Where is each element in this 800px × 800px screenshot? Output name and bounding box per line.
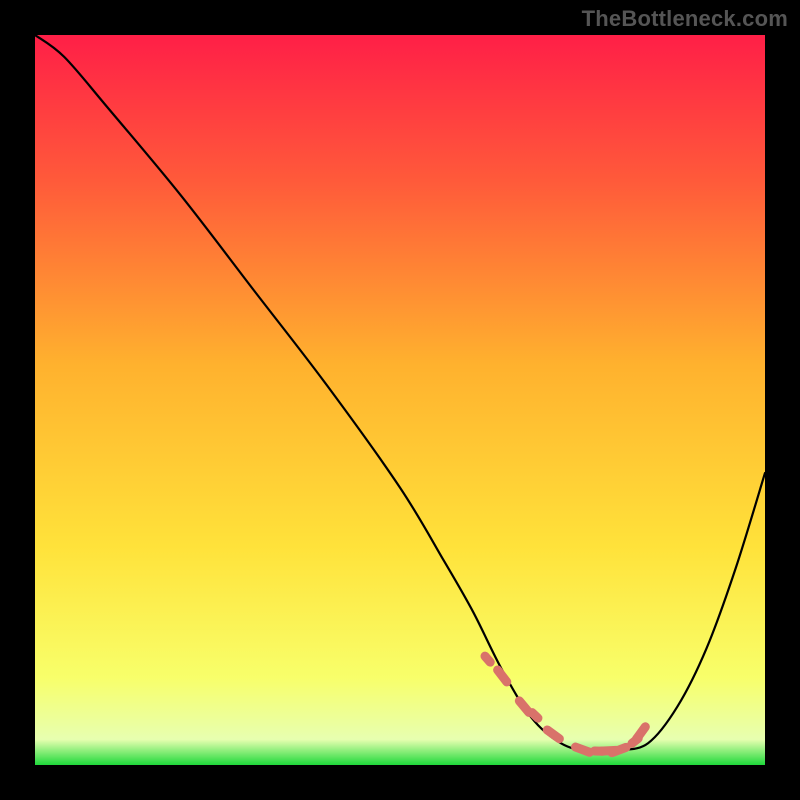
plot-area (35, 35, 765, 765)
attribution-label: TheBottleneck.com (582, 6, 788, 32)
bottleneck-chart (35, 35, 765, 765)
trough-marker (485, 656, 490, 662)
trough-marker (612, 747, 626, 752)
trough-marker (575, 747, 589, 752)
gradient-background (35, 35, 765, 765)
chart-root: TheBottleneck.com (0, 0, 800, 800)
trough-marker (532, 713, 538, 719)
